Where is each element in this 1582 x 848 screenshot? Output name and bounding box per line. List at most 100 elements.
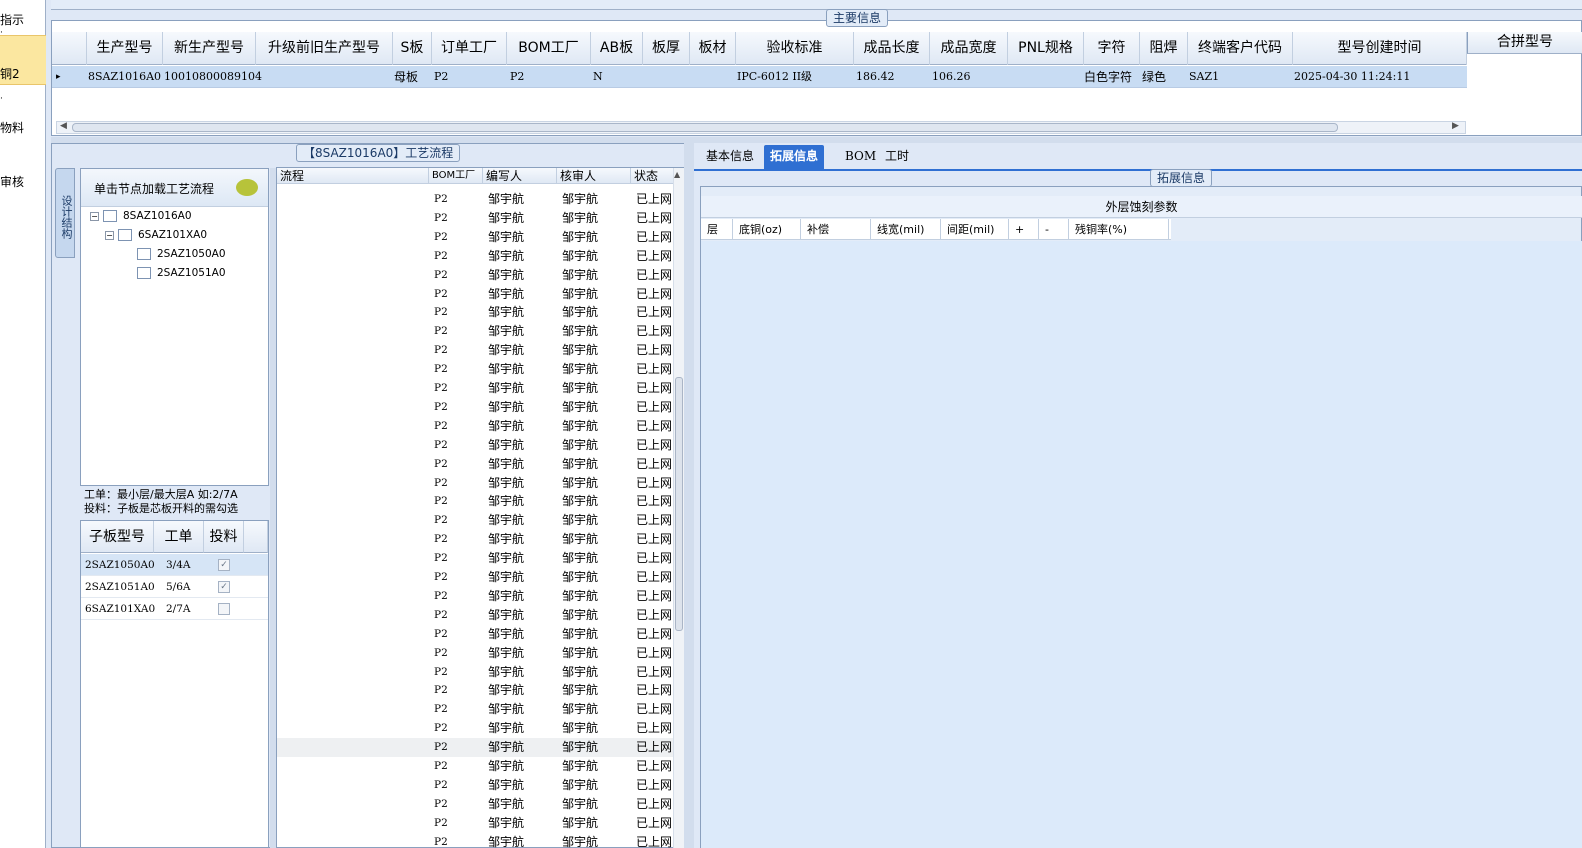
table-row[interactable]: 去毛刺2P2邹宇航邹宇航已上网 [277, 436, 673, 455]
table-row[interactable]: 曝光P2邹宇航邹宇航已上网 [277, 568, 673, 587]
table-row[interactable]: −电镀1P2邹宇航邹宇航已上网 [277, 474, 673, 493]
feed-checkbox[interactable] [218, 603, 230, 615]
col-customer[interactable]: 终端客户代码 [1188, 32, 1293, 65]
nav-item-copper2[interactable]: 铜2 [0, 35, 46, 85]
scroll-up-icon[interactable]: ▲ [674, 170, 680, 179]
col-plus[interactable]: + [1009, 219, 1039, 240]
tree-node-label: 6SAZ101XA0 [138, 229, 208, 241]
col-char[interactable]: 字符 [1084, 32, 1140, 65]
col-layer[interactable]: 层 [701, 219, 733, 240]
col-prod-model[interactable]: 生产型号 [87, 32, 163, 65]
tree-node-2saz1051[interactable]: 2SAZ1051A0 [137, 267, 226, 279]
col-base-copper[interactable]: 底铜(oz) [733, 219, 801, 240]
table-row[interactable]: 外层前处理P2邹宇航邹宇航已上网 [277, 530, 673, 549]
table-row[interactable]: 2SAZ1051A0 5/6A ✓ [81, 576, 268, 598]
col-old-model[interactable]: 升级前旧生产型号 [256, 32, 393, 65]
table-row[interactable]: 减薄铜P2邹宇航邹宇航已上网 [277, 322, 673, 341]
table-row[interactable]: −沉铜2P2邹宇航邹宇航已上网 [277, 417, 673, 436]
col-material[interactable]: 板材 [690, 32, 736, 65]
tree-node-2saz1050[interactable]: 2SAZ1050A0 [137, 248, 226, 260]
tab-work-hours[interactable]: 工时 [879, 145, 915, 169]
tab-bom[interactable]: BOM [839, 145, 882, 169]
table-row[interactable]: −外层干膜P2邹宇航邹宇航已上网 [277, 511, 673, 530]
table-row[interactable]: 板镀1P2邹宇航邹宇航已上网 [277, 492, 673, 511]
scroll-left-icon[interactable]: ◀ [60, 121, 67, 131]
table-row[interactable]: 碱性蚀刻P2邹宇航邹宇航已上网 [277, 738, 673, 757]
col-process[interactable]: 流程 [277, 168, 429, 184]
col-bom-factory[interactable]: BOM工厂 [507, 32, 591, 65]
table-row[interactable]: 显影1P2邹宇航邹宇航已上网 [277, 644, 673, 663]
col-reviewer[interactable]: 核审人 [557, 168, 631, 184]
table-row[interactable]: 退锡P2邹宇航邹宇航已上网 [277, 757, 673, 776]
table-row[interactable]: −外层蚀刻P2邹宇航邹宇航已上网 [277, 700, 673, 719]
tree-node-root[interactable]: − 8SAZ1016A0 [90, 210, 192, 222]
collapse-icon[interactable]: − [90, 211, 99, 221]
table-row[interactable]: −图形电镀P2邹宇航邹宇航已上网 [277, 663, 673, 682]
table-row[interactable]: −减薄铜P2邹宇航邹宇航已上网 [277, 303, 673, 322]
col-ab-board[interactable]: AB板 [591, 32, 643, 65]
collapse-icon[interactable]: − [105, 230, 114, 240]
table-row[interactable]: 钻孔P2邹宇航邹宇航已上网 [277, 398, 673, 417]
table-row[interactable]: −外层干膜1P2邹宇航邹宇航已上网 [277, 625, 673, 644]
tab-extended-info[interactable]: 拓展信息 [764, 145, 825, 169]
table-row[interactable]: 板镀P2邹宇航邹宇航已上网 [277, 190, 673, 209]
table-row[interactable]: 挡点网版P2邹宇航邹宇航已上网 [277, 606, 673, 625]
col-width[interactable]: 成品宽度 [930, 32, 1008, 65]
table-row[interactable]: 贴膜P2邹宇航邹宇航已上网 [277, 549, 673, 568]
table-row[interactable]: 退膜P2邹宇航邹宇航已上网 [277, 719, 673, 738]
table-row[interactable]: −钻孔P2邹宇航邹宇航已上网 [277, 379, 673, 398]
process-vscroll-thumb[interactable] [675, 377, 683, 631]
col-mask[interactable]: 阻焊 [1140, 32, 1188, 65]
table-row[interactable]: 沉铜2P2邹宇航邹宇航已上网 [277, 455, 673, 474]
col-standard[interactable]: 验收标准 [736, 32, 854, 65]
scroll-right-icon[interactable]: ▶ [1452, 121, 1459, 131]
col-minus[interactable]: - [1039, 219, 1069, 240]
reviewer-cell: 邹宇航 [562, 268, 599, 282]
table-row[interactable]: −AOI2P2邹宇航邹宇航已上网 [277, 776, 673, 795]
table-row[interactable]: −层压1P2邹宇航邹宇航已上网 [277, 341, 673, 360]
nav-item-material[interactable]: 物料 [0, 117, 46, 139]
middle-splitter[interactable] [684, 143, 694, 848]
table-row[interactable]: −AOI1P2邹宇航邹宇航已上网 [277, 266, 673, 285]
feed-checkbox[interactable]: ✓ [218, 581, 230, 593]
feed-checkbox[interactable]: ✓ [218, 559, 230, 571]
table-row[interactable]: −阻焊1P2邹宇航邹宇航已上网 [277, 814, 673, 833]
table-row[interactable]: 6SAZ101XA0 2/7A [81, 598, 268, 620]
col-created[interactable]: 型号创建时间 [1293, 32, 1467, 65]
col-order-factory[interactable]: 订单工厂 [432, 32, 507, 65]
col-s-board[interactable]: S板 [393, 32, 432, 65]
col-bom[interactable]: BOM工厂 [429, 168, 483, 184]
status-cell: 已上网 [636, 494, 672, 508]
col-sub-order[interactable]: 工单 [154, 521, 204, 553]
table-row[interactable]: −阻焊P2邹宇航邹宇航已上网 [277, 587, 673, 606]
table-row[interactable]: 图形电镀P2邹宇航邹宇航已上网 [277, 681, 673, 700]
table-row[interactable]: 阻焊前处理1P2邹宇航邹宇航已上网 [277, 833, 673, 848]
tree-node-6saz[interactable]: − 6SAZ101XA0 [105, 229, 207, 241]
tab-basic-info[interactable]: 基本信息 [700, 145, 760, 169]
table-row[interactable]: 外层AOI2P2邹宇航邹宇航已上网 [277, 795, 673, 814]
col-residual-copper[interactable]: 残铜率(%) [1069, 219, 1169, 240]
table-row[interactable]: 喷砂P2邹宇航邹宇航已上网 [277, 247, 673, 266]
col-line-width[interactable]: 线宽(mil) [871, 219, 941, 240]
col-sub-model[interactable]: 子板型号 [81, 521, 154, 553]
col-merge-model[interactable]: 合拼型号 [1467, 32, 1582, 54]
table-row[interactable]: −沉金P2邹宇航邹宇航已上网 [277, 228, 673, 247]
speech-bubble-icon[interactable] [236, 179, 258, 196]
main-hscroll-thumb[interactable] [72, 123, 1338, 132]
col-writer[interactable]: 编写人 [483, 168, 557, 184]
col-pnl[interactable]: PNL规格 [1008, 32, 1084, 65]
table-row[interactable]: 电镀填孔P2邹宇航邹宇航已上网 [277, 209, 673, 228]
table-row[interactable]: 2SAZ1050A0 3/4A ✓ [81, 554, 268, 576]
col-length[interactable]: 成品长度 [854, 32, 930, 65]
col-new-model[interactable]: 新生产型号 [163, 32, 256, 65]
table-row[interactable]: ▸ 8SAZ1016A0 10010800089104 母板 P2 P2 N I… [52, 66, 1467, 88]
table-row[interactable]: 盲孔检查1P2邹宇航邹宇航已上网 [277, 285, 673, 304]
col-sub-feed[interactable]: 投料 [204, 521, 244, 553]
col-status[interactable]: 状态 [631, 168, 673, 184]
col-compensation[interactable]: 补偿 [801, 219, 871, 240]
design-structure-tab[interactable]: 设计结构 [55, 168, 75, 258]
col-thickness[interactable]: 板厚 [643, 32, 690, 65]
nav-item-review[interactable]: 审核 [0, 171, 46, 193]
col-spacing[interactable]: 间距(mil) [941, 219, 1009, 240]
table-row[interactable]: X-Ray冲孔1P2邹宇航邹宇航已上网 [277, 360, 673, 379]
